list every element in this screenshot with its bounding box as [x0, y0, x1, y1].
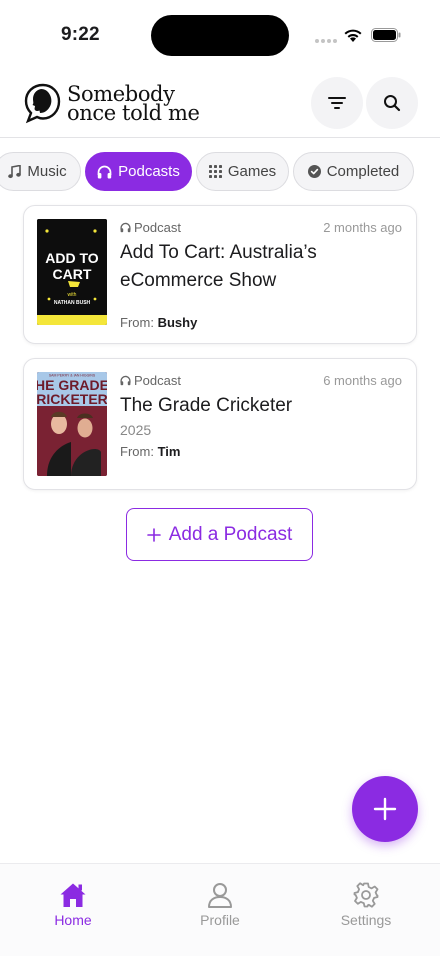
header-divider [0, 137, 440, 138]
bottom-tab-bar: Home Profile Settings [0, 863, 440, 956]
item-time-ago: 2 months ago [323, 220, 402, 235]
item-type: Podcast [120, 373, 181, 388]
item-from: From: Bushy [120, 315, 197, 330]
list-item[interactable]: ADD TO CART with NATHAN BUSH Podcast 2 m… [23, 205, 417, 344]
home-icon [60, 883, 86, 907]
speech-head-logo-icon [24, 83, 61, 124]
headphones-icon [97, 165, 112, 178]
floating-add-button[interactable] [352, 776, 418, 842]
item-from-label: From: [120, 444, 154, 459]
tab-profile-label: Profile [200, 912, 240, 928]
person-icon [208, 883, 232, 908]
add-podcast-button[interactable]: Add a Podcast [126, 508, 313, 561]
status-time: 9:22 [61, 24, 100, 45]
item-from: From: Tim [120, 444, 180, 459]
tab-home[interactable]: Home [23, 882, 123, 928]
battery-icon [371, 28, 401, 42]
item-year: 2025 [120, 422, 152, 438]
item-from-label: From: [120, 315, 154, 330]
cover-text-4: NATHAN BUSH [54, 300, 91, 306]
list-item[interactable]: SAM PERRY & IAN HIGGINS HE GRADE RICKETE… [23, 358, 417, 490]
item-type: Podcast [120, 220, 181, 235]
cellular-signal-icon [315, 38, 337, 43]
logo-line-2: once told me [67, 101, 200, 125]
chip-podcasts-label: Podcasts [118, 163, 180, 180]
headphones-icon [120, 222, 131, 233]
item-type-label: Podcast [134, 373, 181, 388]
music-note-icon [8, 164, 22, 178]
chip-completed-label: Completed [326, 163, 400, 180]
add-podcast-label: Add a Podcast [168, 523, 293, 545]
tab-home-label: Home [54, 912, 92, 928]
filter-icon [328, 97, 346, 109]
wifi-icon [344, 29, 362, 42]
item-type-label: Podcast [134, 220, 181, 235]
app-logo[interactable]: Somebody once told me [22, 82, 222, 128]
search-button[interactable] [366, 77, 418, 129]
plus-icon [146, 527, 161, 542]
dynamic-island [151, 15, 289, 56]
item-title: The Grade Cricketer [120, 395, 293, 416]
item-time-ago: 6 months ago [323, 373, 402, 388]
tab-settings-label: Settings [340, 912, 392, 928]
chip-games-label: Games [227, 163, 277, 180]
chip-completed[interactable]: Completed [293, 152, 414, 191]
cover-text-2: RICKETER [37, 391, 107, 407]
headphones-icon [120, 375, 131, 386]
podcast-cover-image: ADD TO CART with NATHAN BUSH [37, 219, 107, 325]
chip-music[interactable]: Music [0, 152, 81, 191]
podcast-cover-image: SAM PERRY & IAN HIGGINS HE GRADE RICKETE… [37, 372, 107, 476]
category-chips: Music Podcasts Games Completed [0, 152, 440, 192]
grid-icon [208, 165, 222, 178]
filter-button[interactable] [311, 77, 363, 129]
logo-wordmark: Somebody once told me [67, 84, 200, 125]
app-header: Somebody once told me [0, 72, 440, 138]
status-bar: 9:22 [0, 0, 440, 72]
tab-settings[interactable]: Settings [316, 882, 416, 928]
search-icon [384, 95, 401, 112]
chip-podcasts[interactable]: Podcasts [85, 152, 192, 191]
plus-icon [373, 797, 397, 821]
item-from-name: Tim [157, 444, 181, 459]
check-circle-icon [307, 165, 321, 178]
item-from-name: Bushy [157, 315, 198, 330]
chip-games[interactable]: Games [196, 152, 289, 191]
gear-icon [353, 882, 379, 908]
chip-music-label: Music [27, 163, 67, 180]
cover-text-1: ADD TO [45, 250, 99, 266]
tab-profile[interactable]: Profile [170, 882, 270, 928]
cover-text-2: CART [53, 266, 92, 282]
item-title: Add To Cart: Australia’s eCommerce Show [120, 242, 317, 291]
cover-text-3: with [68, 292, 77, 298]
